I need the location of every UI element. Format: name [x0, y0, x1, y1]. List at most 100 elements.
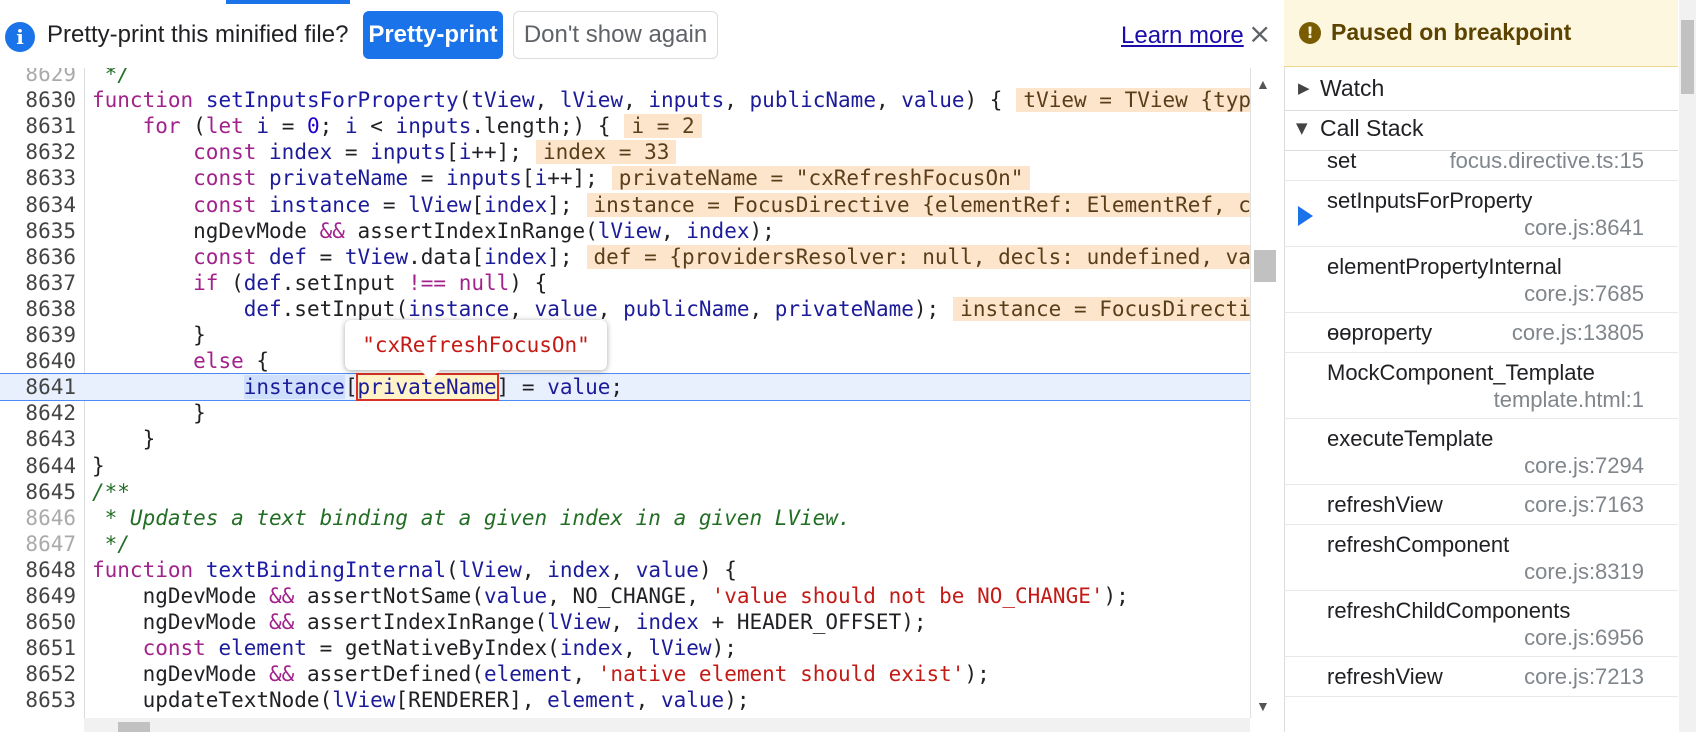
frame-function-name: setInputsForProperty — [1327, 188, 1533, 213]
line-number[interactable]: 8635 — [0, 217, 76, 245]
call-stack-frame[interactable]: setInputsForProperty core.js:8641 — [1284, 180, 1678, 247]
watch-section-header[interactable]: ▶ Watch — [1284, 66, 1678, 111]
code-line: 8635 ngDevMode && assertIndexInRange(lVi… — [0, 217, 1250, 245]
line-number[interactable]: 8651 — [0, 634, 76, 662]
frame-location: core.js:7213 — [1524, 664, 1644, 689]
line-number[interactable]: 8652 — [0, 660, 76, 688]
code-line: 8650 ngDevMode && assertIndexInRange(lVi… — [0, 608, 1250, 636]
code-line: 8629 */ — [0, 68, 1250, 88]
code-line: 8648 function textBindingInternal(lView, … — [0, 556, 1250, 584]
code-line: 8634 const instance = lView[index]; insta… — [0, 191, 1250, 219]
learn-more-link[interactable]: Learn more — [1121, 22, 1244, 50]
line-number[interactable]: 8636 — [0, 243, 76, 271]
line-number[interactable]: 8639 — [0, 321, 76, 349]
line-number[interactable]: 8632 — [0, 138, 76, 166]
code-line-current: 8641 instance[privateName] = value; — [0, 373, 1250, 402]
code-text: */ — [92, 531, 130, 556]
code-line: 8637 if (def.setInput !== null) { — [0, 269, 1250, 297]
line-number[interactable]: 8647 — [0, 530, 76, 558]
sidebar-scroll-thumb[interactable] — [1681, 20, 1694, 94]
horizontal-scroll-thumb[interactable] — [118, 722, 150, 732]
frame-location: template.html:1 — [1493, 387, 1644, 412]
frame-location: core.js:8641 — [1524, 215, 1644, 240]
frame-function-name: set — [1327, 148, 1357, 173]
line-number[interactable]: 8650 — [0, 608, 76, 636]
pretty-print-button[interactable]: Pretty-print — [363, 11, 503, 59]
collapse-triangle-icon: ▼ — [1296, 119, 1308, 137]
code-text: updateTextNode(lView[RENDERER], element,… — [92, 688, 750, 713]
frame-function-name: refreshView — [1327, 664, 1443, 689]
code-line: 8639 } — [0, 321, 1250, 349]
paused-status-text: Paused on breakpoint — [1331, 19, 1572, 45]
line-number[interactable]: 8630 — [0, 86, 76, 114]
code-line: 8633 const privateName = inputs[i++]; pri… — [0, 164, 1250, 192]
code-text: def.setInput(instance, value, publicName… — [92, 295, 1250, 323]
code-text: } — [92, 323, 206, 347]
call-stack-frame[interactable]: MockComponent_Template template.html:1 — [1284, 352, 1678, 419]
frame-location: core.js:6956 — [1524, 625, 1644, 650]
line-number[interactable]: 8637 — [0, 269, 76, 297]
call-stack-frame[interactable]: refreshChildComponents core.js:6956 — [1284, 590, 1678, 657]
code-line: 8630 function setInputsForProperty(tView,… — [0, 86, 1250, 114]
code-line: 8649 ngDevMode && assertNotSame(value, N… — [0, 582, 1250, 610]
source-code-editor[interactable]: 8629 */8630 function setInputsForProperty… — [0, 68, 1250, 732]
editor-vertical-scrollbar[interactable] — [1250, 68, 1281, 718]
code-line: 8645 /** — [0, 478, 1250, 506]
line-number[interactable]: 8631 — [0, 112, 76, 140]
call-stack-frame[interactable]: refreshView core.js:7213 — [1284, 656, 1678, 697]
infobar-message: Pretty-print this minified file? — [47, 21, 349, 48]
line-number[interactable]: 8642 — [0, 399, 76, 427]
line-number[interactable]: 8648 — [0, 556, 76, 584]
code-line: 8642 } — [0, 399, 1250, 427]
line-number[interactable]: 8640 — [0, 347, 76, 375]
watch-label: Watch — [1320, 75, 1385, 101]
frame-location: core.js:7294 — [1524, 453, 1644, 478]
call-stack-frame[interactable]: refreshView core.js:7163 — [1284, 484, 1678, 525]
call-stack-frame[interactable]: set focus.directive.ts:15 — [1284, 140, 1678, 181]
code-text: function textBindingInternal(lView, inde… — [92, 557, 737, 582]
dont-show-again-button[interactable]: Don't show again — [513, 11, 718, 59]
code-text: ngDevMode && assertIndexInRange(lView, i… — [92, 218, 775, 243]
line-number[interactable]: 8646 — [0, 504, 76, 532]
line-number[interactable]: 8629 — [0, 68, 76, 88]
line-number[interactable]: 8649 — [0, 582, 76, 610]
code-text: ngDevMode && assertNotSame(value, NO_CHA… — [92, 584, 1129, 608]
close-icon[interactable]: × — [1248, 17, 1271, 50]
code-text: const index = inputs[i++]; index = 33 — [92, 138, 677, 166]
code-text: ngDevMode && assertIndexInRange(lView, i… — [92, 610, 927, 635]
frame-function-name: refreshView — [1327, 492, 1443, 517]
value-tooltip: "cxRefreshFocusOn" — [345, 320, 607, 380]
line-number[interactable]: 8653 — [0, 686, 76, 714]
editor-horizontal-scrollbar[interactable] — [84, 718, 1250, 732]
code-line: 8644} — [0, 452, 1250, 480]
code-text: /** — [92, 479, 130, 504]
code-line: 8651 const element = getNativeByIndex(in… — [0, 634, 1250, 662]
line-number[interactable]: 8634 — [0, 191, 76, 219]
line-number[interactable]: 8638 — [0, 295, 76, 323]
code-line: 8643 } — [0, 425, 1250, 453]
scroll-up-arrow-icon[interactable]: ▲ — [1256, 76, 1270, 92]
code-text: } — [92, 427, 156, 452]
code-text: function setInputsForProperty(tView, lVi… — [92, 86, 1250, 114]
call-stack-frame[interactable]: elementPropertyInternal core.js:7685 — [1284, 246, 1678, 313]
frame-location: core.js:7685 — [1524, 281, 1644, 306]
line-number[interactable]: 8644 — [0, 452, 76, 480]
call-stack-frame[interactable]: executeTemplate core.js:7294 — [1284, 418, 1678, 485]
call-stack-frame[interactable]: refreshComponent core.js:8319 — [1284, 524, 1678, 591]
line-number[interactable]: 8643 — [0, 425, 76, 453]
line-number[interactable]: 8645 — [0, 478, 76, 506]
editor-scroll-thumb[interactable] — [1254, 250, 1276, 282]
code-line: 8652 ngDevMode && assertDefined(element,… — [0, 660, 1250, 688]
scroll-down-arrow-icon[interactable]: ▼ — [1256, 698, 1270, 714]
frame-function-name: elementPropertyInternal — [1327, 254, 1562, 279]
code-text: else { — [193, 349, 270, 374]
sidebar-scrollbar[interactable] — [1679, 0, 1696, 732]
line-number[interactable]: 8641 — [0, 374, 76, 400]
info-icon: i — [5, 22, 35, 52]
code-text: ngDevMode && assertDefined(element, 'nat… — [92, 662, 990, 687]
call-stack-frame[interactable]: ɵɵproperty core.js:13805 — [1284, 312, 1678, 353]
code-line: 8647 */ — [0, 530, 1250, 558]
line-number[interactable]: 8633 — [0, 164, 76, 192]
frame-function-name: MockComponent_Template — [1327, 360, 1595, 385]
code-text: } — [92, 401, 206, 426]
